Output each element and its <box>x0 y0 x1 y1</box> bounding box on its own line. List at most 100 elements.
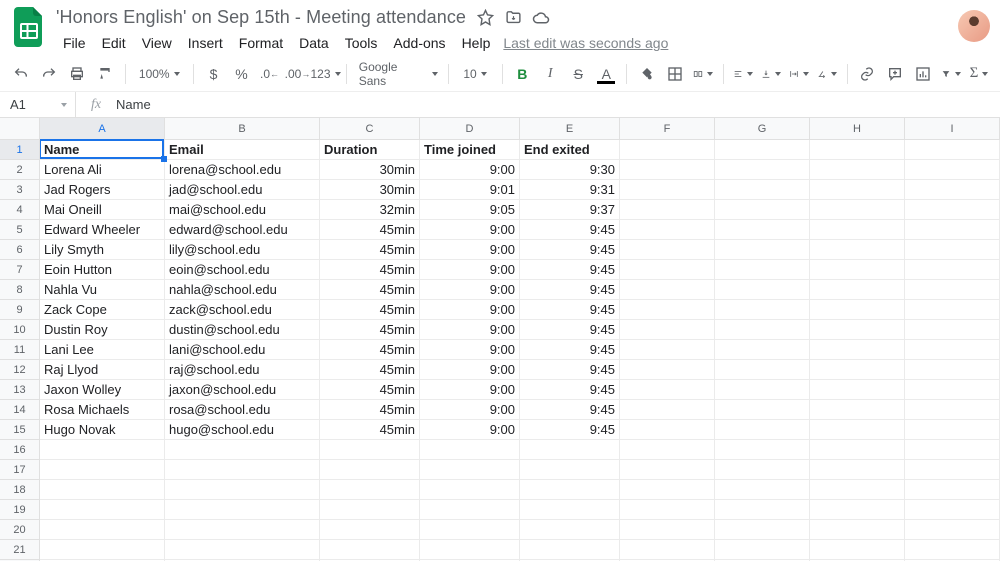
cell[interactable]: Duration <box>320 140 420 160</box>
select-all-corner[interactable] <box>0 118 40 140</box>
cell[interactable] <box>520 480 620 500</box>
cell[interactable] <box>620 420 715 440</box>
cell[interactable]: Email <box>165 140 320 160</box>
cell[interactable] <box>905 220 1000 240</box>
cell[interactable]: edward@school.edu <box>165 220 320 240</box>
font-select[interactable]: Google Sans <box>353 61 441 87</box>
cell[interactable]: 9:00 <box>420 260 520 280</box>
cell[interactable] <box>620 400 715 420</box>
row-header[interactable]: 10 <box>0 320 40 340</box>
cell[interactable] <box>905 500 1000 520</box>
cell[interactable]: 45min <box>320 420 420 440</box>
undo-icon[interactable] <box>8 61 34 87</box>
row-header[interactable]: 1 <box>0 140 40 160</box>
menu-insert[interactable]: Insert <box>181 32 230 54</box>
cell[interactable] <box>810 260 905 280</box>
account-avatar[interactable] <box>958 10 990 42</box>
cell[interactable] <box>320 480 420 500</box>
cell[interactable] <box>165 440 320 460</box>
cell[interactable] <box>40 500 165 520</box>
cell[interactable] <box>165 480 320 500</box>
text-color-button[interactable]: A <box>593 61 619 87</box>
cell[interactable]: End exited <box>520 140 620 160</box>
cell[interactable]: 30min <box>320 160 420 180</box>
cell[interactable]: jaxon@school.edu <box>165 380 320 400</box>
cell[interactable] <box>520 440 620 460</box>
cell[interactable] <box>715 380 810 400</box>
cell[interactable] <box>905 520 1000 540</box>
cell[interactable]: 45min <box>320 240 420 260</box>
cell[interactable]: 9:00 <box>420 380 520 400</box>
font-size-select[interactable]: 10 <box>455 61 495 87</box>
cell[interactable] <box>40 520 165 540</box>
borders-icon[interactable] <box>662 61 688 87</box>
cell[interactable] <box>715 360 810 380</box>
cell[interactable] <box>40 440 165 460</box>
print-icon[interactable] <box>64 61 90 87</box>
cell[interactable] <box>905 280 1000 300</box>
cell[interactable]: Hugo Novak <box>40 420 165 440</box>
row-header[interactable]: 17 <box>0 460 40 480</box>
cell[interactable] <box>715 300 810 320</box>
cell[interactable] <box>715 280 810 300</box>
cell[interactable] <box>420 540 520 560</box>
row-header[interactable]: 7 <box>0 260 40 280</box>
cell[interactable] <box>715 160 810 180</box>
menu-tools[interactable]: Tools <box>338 32 385 54</box>
cell[interactable] <box>810 440 905 460</box>
cell[interactable] <box>715 200 810 220</box>
cell[interactable] <box>165 500 320 520</box>
cell[interactable] <box>320 440 420 460</box>
cell[interactable] <box>905 340 1000 360</box>
bold-button[interactable]: B <box>509 61 535 87</box>
cell[interactable] <box>905 440 1000 460</box>
document-title[interactable]: 'Honors English' on Sep 15th - Meeting a… <box>56 7 466 28</box>
currency-button[interactable]: $ <box>201 61 227 87</box>
row-header[interactable]: 20 <box>0 520 40 540</box>
cell[interactable] <box>40 480 165 500</box>
cell[interactable] <box>810 540 905 560</box>
cell[interactable]: 9:00 <box>420 300 520 320</box>
cell[interactable] <box>810 500 905 520</box>
cell[interactable]: 45min <box>320 340 420 360</box>
cell[interactable]: 45min <box>320 220 420 240</box>
cell[interactable]: mai@school.edu <box>165 200 320 220</box>
cell[interactable]: 9:00 <box>420 240 520 260</box>
cell[interactable]: nahla@school.edu <box>165 280 320 300</box>
sheets-app-icon[interactable] <box>10 8 48 46</box>
cell[interactable]: 9:00 <box>420 280 520 300</box>
cell[interactable]: 9:45 <box>520 300 620 320</box>
insert-comment-icon[interactable] <box>882 61 908 87</box>
cell[interactable] <box>905 480 1000 500</box>
cell[interactable] <box>810 300 905 320</box>
cell[interactable] <box>905 360 1000 380</box>
cell[interactable] <box>40 460 165 480</box>
cell[interactable] <box>715 460 810 480</box>
cell[interactable]: hugo@school.edu <box>165 420 320 440</box>
cell[interactable] <box>810 320 905 340</box>
menu-help[interactable]: Help <box>455 32 498 54</box>
cell[interactable] <box>810 460 905 480</box>
text-wrap-icon[interactable] <box>786 61 812 87</box>
cell[interactable] <box>620 220 715 240</box>
vertical-align-icon[interactable] <box>758 61 784 87</box>
column-header[interactable]: I <box>905 118 1000 140</box>
merge-cells-icon[interactable] <box>690 61 716 87</box>
cell[interactable] <box>620 480 715 500</box>
star-icon[interactable] <box>476 8 494 26</box>
cell[interactable]: Time joined <box>420 140 520 160</box>
row-header[interactable]: 6 <box>0 240 40 260</box>
cell[interactable]: eoin@school.edu <box>165 260 320 280</box>
row-header[interactable]: 2 <box>0 160 40 180</box>
column-header[interactable]: E <box>520 118 620 140</box>
cell[interactable] <box>620 440 715 460</box>
fill-color-icon[interactable] <box>634 61 660 87</box>
cell[interactable] <box>620 540 715 560</box>
cell[interactable] <box>905 200 1000 220</box>
row-header[interactable]: 15 <box>0 420 40 440</box>
cell[interactable] <box>905 180 1000 200</box>
cell[interactable] <box>620 460 715 480</box>
cell[interactable]: lani@school.edu <box>165 340 320 360</box>
cell[interactable]: Raj Llyod <box>40 360 165 380</box>
cell[interactable]: 9:45 <box>520 240 620 260</box>
